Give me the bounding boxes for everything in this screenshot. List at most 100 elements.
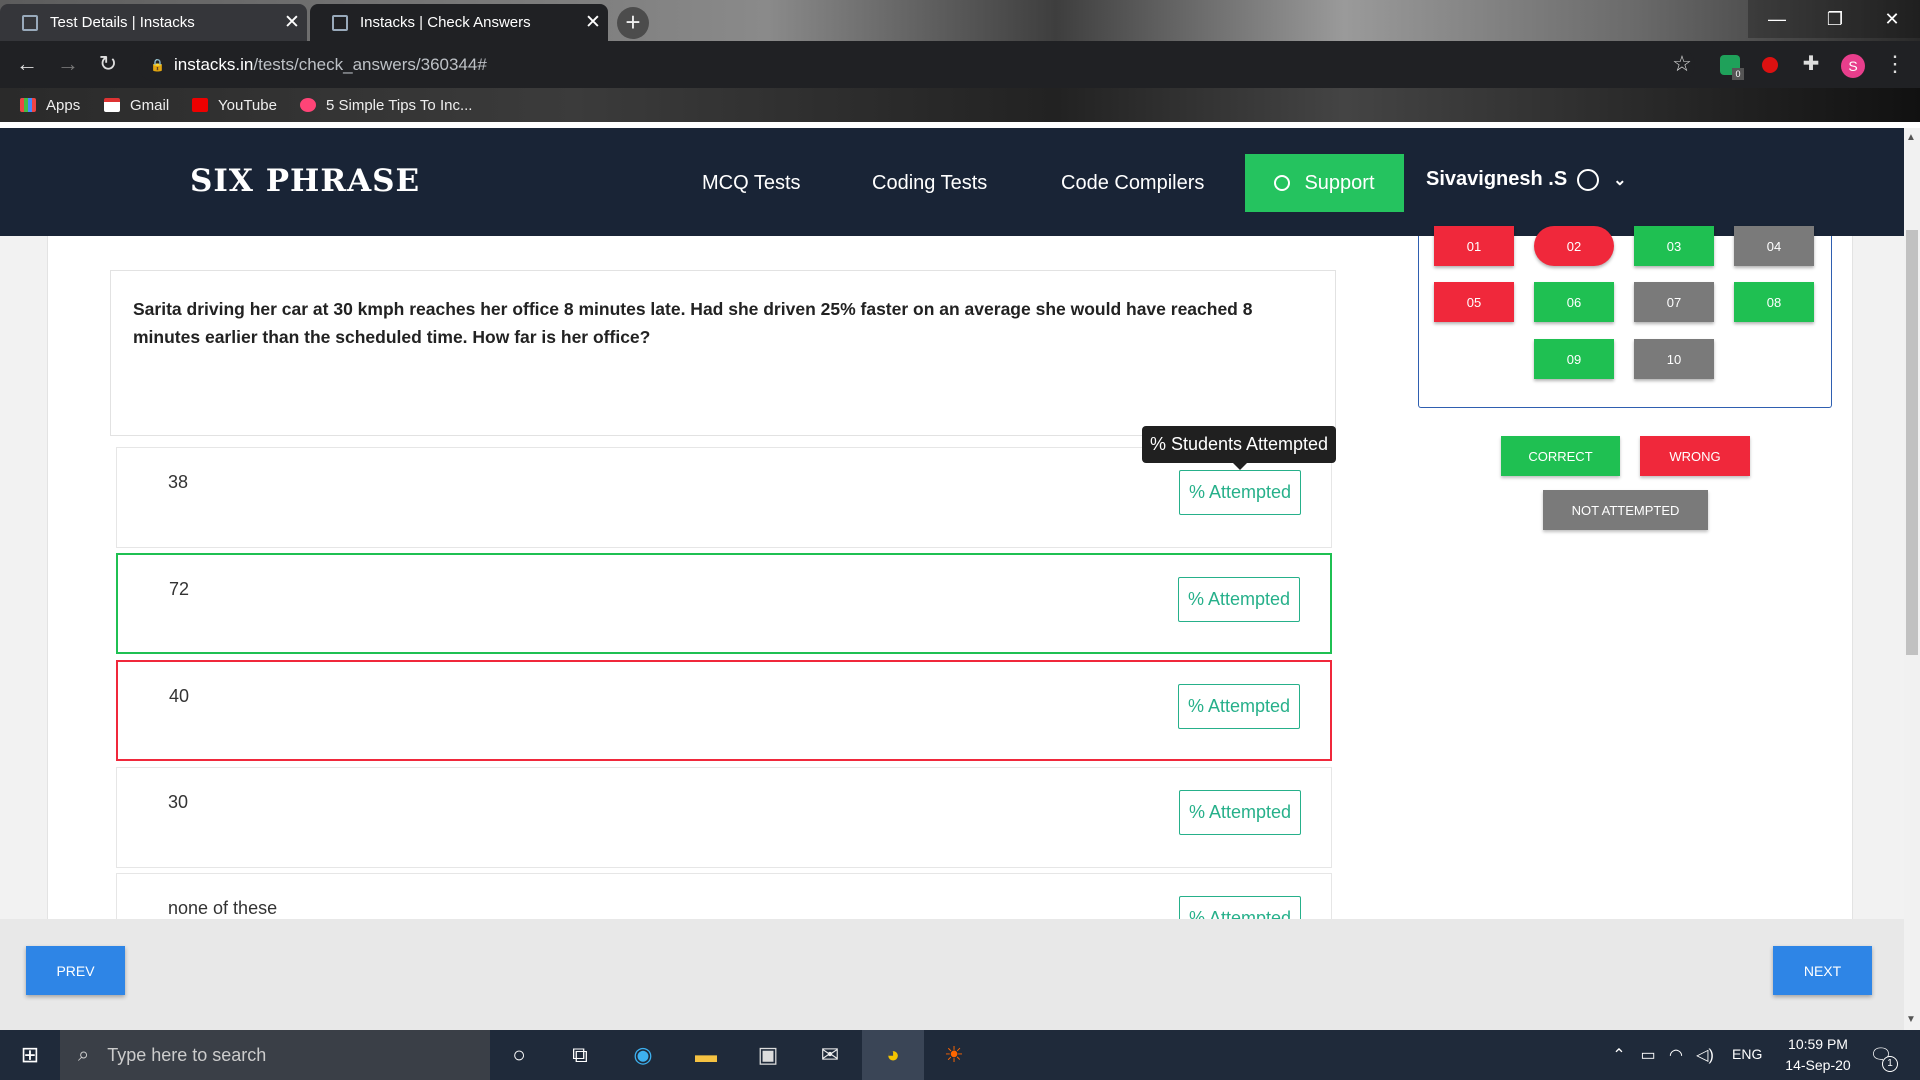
nav-coding-tests[interactable]: Coding Tests: [872, 172, 987, 195]
avast-icon[interactable]: ☀: [937, 1038, 971, 1072]
attempted-button[interactable]: % Attempted: [1179, 896, 1301, 919]
palette-question-09[interactable]: 09: [1534, 339, 1614, 379]
user-name: Sivavignesh .S: [1426, 168, 1568, 190]
prev-button[interactable]: PREV: [26, 946, 125, 995]
url-path: /tests/check_answers/360344#: [253, 55, 487, 74]
nav-mcq-tests[interactable]: MCQ Tests: [702, 172, 801, 195]
back-icon[interactable]: ←: [13, 50, 41, 78]
browser-tab-check-answers[interactable]: Instacks | Check Answers ✕: [310, 4, 608, 41]
browser-tab-test-details[interactable]: Test Details | Instacks ✕: [0, 4, 307, 41]
new-tab-button[interactable]: +: [617, 7, 649, 39]
close-window-icon[interactable]: ✕: [1864, 0, 1920, 38]
attempted-button[interactable]: % Attempted: [1178, 684, 1300, 729]
windows-start-icon[interactable]: ⊞: [13, 1038, 47, 1072]
attempted-button[interactable]: % Attempted: [1178, 577, 1300, 622]
bookmark-gmail[interactable]: Gmail: [104, 93, 169, 117]
attempted-button[interactable]: % Attempted: [1179, 470, 1301, 515]
bookmark-star-icon[interactable]: ☆: [1668, 50, 1696, 78]
support-button[interactable]: Support: [1245, 154, 1404, 212]
next-button[interactable]: NEXT: [1773, 946, 1872, 995]
lock-icon: 🔒: [150, 58, 165, 72]
bookmark-label: Apps: [46, 96, 81, 114]
palette-question-08[interactable]: 08: [1734, 282, 1814, 322]
gmail-icon: [104, 98, 120, 112]
taskbar-search[interactable]: ⌕ Type here to search: [60, 1030, 490, 1080]
palette-question-01[interactable]: 01: [1434, 226, 1514, 266]
option-text: 30: [168, 792, 189, 812]
browser-menu-icon[interactable]: ⋮: [1881, 50, 1909, 78]
answer-option-wrong[interactable]: 40 % Attempted: [116, 660, 1332, 761]
edge-icon[interactable]: ◉: [626, 1038, 660, 1072]
site-logo[interactable]: SIX PHRASE: [190, 163, 420, 199]
scroll-up-icon[interactable]: ▲: [1906, 132, 1916, 143]
user-menu[interactable]: Sivavignesh .S ⌄: [1426, 168, 1627, 191]
close-tab-icon[interactable]: ✕: [277, 11, 307, 34]
profile-avatar[interactable]: S: [1841, 54, 1865, 78]
legend-not-attempted: NOT ATTEMPTED: [1543, 490, 1708, 530]
option-text: 38: [168, 472, 189, 492]
volume-icon[interactable]: ◁): [1688, 1038, 1722, 1072]
extension-red-icon[interactable]: [1762, 57, 1778, 73]
language-indicator[interactable]: ENG: [1732, 1046, 1762, 1062]
answer-option-correct[interactable]: 72 % Attempted: [116, 553, 1332, 654]
answer-option[interactable]: none of these % Attempted: [116, 873, 1332, 919]
cortana-icon[interactable]: ○: [502, 1038, 536, 1072]
palette-question-05[interactable]: 05: [1434, 282, 1514, 322]
search-placeholder: Type here to search: [107, 1044, 267, 1065]
option-text: none of these: [168, 898, 278, 918]
minimize-window-icon[interactable]: —: [1748, 0, 1806, 38]
nav-code-compilers[interactable]: Code Compilers: [1061, 172, 1204, 195]
bookmark-site-icon: [300, 98, 316, 112]
search-icon: ⌕: [78, 1043, 90, 1066]
answer-option[interactable]: 30 % Attempted: [116, 767, 1332, 868]
legend-wrong: WRONG: [1640, 436, 1750, 476]
scroll-down-icon[interactable]: ▼: [1906, 1014, 1916, 1025]
file-explorer-icon[interactable]: ▬: [689, 1038, 723, 1072]
youtube-icon: [192, 98, 208, 112]
palette-question-04[interactable]: 04: [1734, 226, 1814, 266]
palette-question-02-current[interactable]: 02: [1534, 226, 1614, 266]
forward-icon[interactable]: →: [54, 50, 82, 78]
legend-correct: CORRECT: [1501, 436, 1620, 476]
option-text: 40: [169, 686, 190, 706]
students-attempted-tooltip: % Students Attempted: [1142, 426, 1336, 463]
bookmark-simple-tips[interactable]: 5 Simple Tips To Inc...: [300, 93, 472, 117]
apps-grid-icon: [20, 98, 36, 112]
mail-icon[interactable]: ✉: [813, 1038, 847, 1072]
task-view-icon[interactable]: ⧉: [563, 1038, 597, 1072]
address-bar[interactable]: 🔒 instacks.in/tests/check_answers/360344…: [138, 49, 1695, 81]
chrome-icon[interactable]: ◕: [876, 1038, 910, 1072]
url-host: instacks.in: [174, 55, 254, 74]
navigation-footer: [0, 919, 1904, 1030]
restore-window-icon[interactable]: ❐: [1806, 0, 1864, 38]
bookmark-label: Gmail: [130, 96, 170, 114]
bookmark-label: 5 Simple Tips To Inc...: [326, 96, 473, 114]
scrollbar-thumb[interactable]: [1906, 230, 1918, 655]
support-label: Support: [1304, 171, 1375, 194]
bookmark-youtube[interactable]: YouTube: [192, 93, 277, 117]
tab-favicon: [22, 14, 38, 31]
clock-date: 14-Sep-20: [1785, 1057, 1851, 1073]
chevron-down-icon: ⌄: [1613, 171, 1627, 189]
taskbar-clock[interactable]: 10:59 PM 14-Sep-20: [1770, 1034, 1866, 1076]
tab-favicon: [332, 14, 348, 31]
close-tab-icon[interactable]: ✕: [578, 11, 608, 34]
tooltip-arrow: [1232, 462, 1248, 470]
reload-icon[interactable]: ↻: [94, 50, 122, 78]
bookmark-apps[interactable]: Apps: [20, 93, 80, 117]
extensions-puzzle-icon[interactable]: ✚: [1797, 50, 1825, 78]
palette-question-07[interactable]: 07: [1634, 282, 1714, 322]
notification-count-badge: 1: [1882, 1056, 1898, 1072]
extension-badge: 0: [1732, 68, 1744, 80]
palette-question-06[interactable]: 06: [1534, 282, 1614, 322]
bookmark-label: YouTube: [218, 96, 277, 114]
palette-question-10[interactable]: 10: [1634, 339, 1714, 379]
user-avatar-icon: [1577, 168, 1600, 191]
palette-question-03[interactable]: 03: [1634, 226, 1714, 266]
clock-time: 10:59 PM: [1788, 1036, 1848, 1052]
question-text: Sarita driving her car at 30 kmph reache…: [110, 270, 1336, 436]
whatsapp-icon: [1274, 175, 1291, 191]
option-text: 72: [169, 579, 190, 599]
store-icon[interactable]: ▣: [751, 1038, 785, 1072]
attempted-button[interactable]: % Attempted: [1179, 790, 1301, 835]
